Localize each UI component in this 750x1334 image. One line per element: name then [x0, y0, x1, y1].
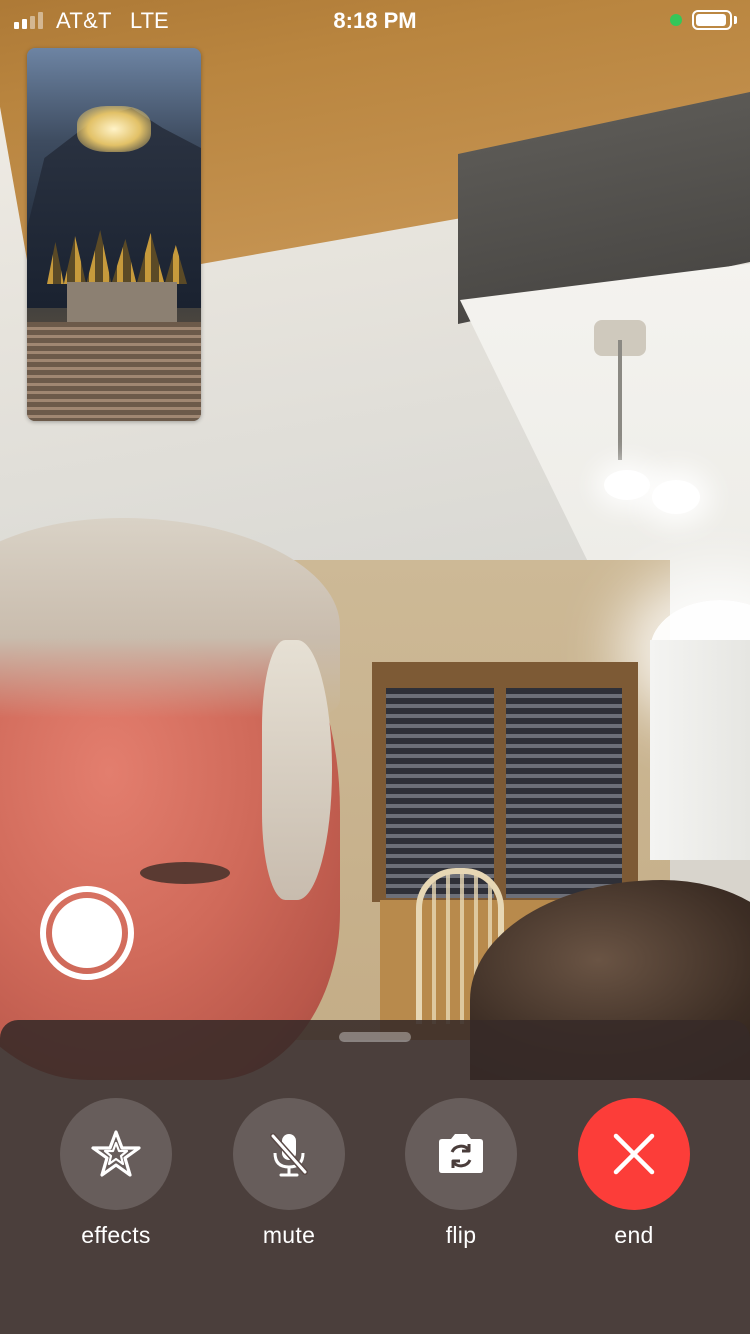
caller-side-hair: [262, 640, 332, 900]
shutter-icon: [52, 898, 122, 968]
scene-light: [604, 470, 650, 500]
scene-cabinet: [650, 640, 750, 860]
facetime-screen: AT&T LTE 8:18 PM effects mute flip end: [0, 0, 750, 1334]
scene-lamp-cord: [618, 340, 622, 460]
flip-camera-icon: [439, 1134, 483, 1173]
flip-label: flip: [445, 1222, 477, 1248]
effects-star-icon: [91, 1130, 141, 1177]
battery-level-fill: [696, 14, 726, 26]
scene-light: [652, 480, 700, 514]
battery-icon: [692, 10, 732, 30]
preview-building: [67, 282, 177, 322]
preview-amphitheater: [27, 322, 201, 421]
call-controls-panel: effects mute flip end: [0, 1020, 750, 1334]
mute-label: mute: [262, 1222, 316, 1248]
mute-button-circle[interactable]: [233, 1098, 345, 1210]
live-photo-shutter-button[interactable]: [40, 886, 134, 980]
status-bar: AT&T LTE 8:18 PM: [0, 0, 750, 40]
caller-eye: [140, 862, 230, 884]
effects-button[interactable]: effects: [60, 1098, 172, 1268]
battery-tip: [734, 16, 737, 24]
status-time: 8:18 PM: [333, 8, 417, 33]
microphone-slash-icon: [270, 1133, 308, 1177]
panel-grabber-handle[interactable]: [339, 1032, 411, 1042]
end-call-button[interactable]: end: [578, 1098, 690, 1268]
end-label: end: [614, 1222, 654, 1248]
flip-camera-button[interactable]: flip: [405, 1098, 517, 1268]
close-x-icon: [613, 1133, 655, 1175]
scene-window-divider: [494, 688, 506, 898]
mic-in-use-indicator-icon: [670, 14, 682, 26]
mute-button[interactable]: mute: [233, 1098, 345, 1268]
effects-button-circle[interactable]: [60, 1098, 172, 1210]
effects-label: effects: [81, 1222, 151, 1248]
end-button-circle[interactable]: [578, 1098, 690, 1210]
preview-lit-carving: [77, 106, 151, 152]
self-camera-preview[interactable]: [27, 48, 201, 421]
flip-button-circle[interactable]: [405, 1098, 517, 1210]
